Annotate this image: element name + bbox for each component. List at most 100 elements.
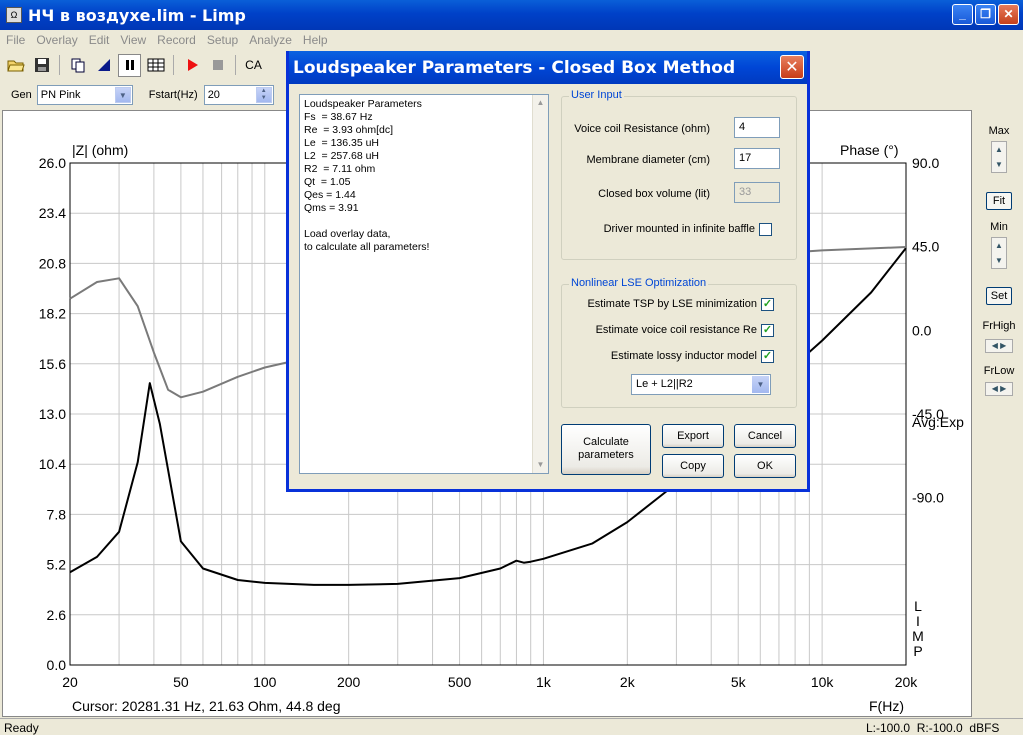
generator-select[interactable]: PN Pink ▼ [36,85,133,105]
y-tick-label: 0.0 [47,657,67,673]
ok-button[interactable]: OK [734,454,796,478]
level-readout: L:-100.0 R:-100.0 dBFS [866,721,1000,735]
frlow-label: FrLow [983,365,1015,377]
estimate-re-checkbox[interactable]: ✓ [761,324,774,337]
title-bar: Ω НЧ в воздухе.lim - Limp _ ❐ ✕ [0,0,1023,30]
copy-button[interactable]: Copy [662,454,724,478]
menu-edit[interactable]: Edit [89,33,110,47]
result-line [304,215,544,228]
estimate-inductor-label: Estimate lossy inductor model [610,350,757,362]
save-icon[interactable] [30,54,53,77]
menu-view[interactable]: View [120,33,146,47]
result-line: Fs = 38.67 Hz [304,111,373,123]
membrane-diameter-input[interactable]: 17 [734,148,780,169]
infinite-baffle-label: Driver mounted in infinite baffle [603,223,755,235]
y-tick-label: 5.2 [47,557,67,573]
table-icon[interactable] [144,54,167,77]
toolbar-ca-button[interactable]: CA [242,54,265,77]
result-line: R2 = 7.11 ohm [304,163,376,175]
frlow-spinner[interactable]: ◀ ▶ [985,382,1013,396]
export-button[interactable]: Export [662,424,724,448]
fstart-label: Fstart(Hz) [148,89,198,101]
menu-analyze[interactable]: Analyze [249,33,292,47]
dialog-close-icon[interactable]: ✕ [780,55,804,79]
infinite-baffle-checkbox[interactable] [759,223,772,236]
menu-record[interactable]: Record [157,33,196,47]
menu-overlay[interactable]: Overlay [36,33,77,47]
pause-icon[interactable] [118,53,141,77]
results-scrollbar[interactable]: ▲ ▼ [532,95,548,473]
dialog-title: Loudspeaker Parameters - Closed Box Meth… [293,57,736,78]
toolbar-separator [235,55,236,75]
estimate-tsp-label: Estimate TSP by LSE minimization [587,298,757,310]
x-tick-label: 2k [620,674,636,690]
record-play-icon[interactable] [180,54,203,77]
min-spinner[interactable]: ▲ ▼ [991,237,1007,269]
box-volume-input: 33 [734,182,780,203]
y-tick-label: 10.4 [39,456,66,472]
result-line: Re = 3.93 ohm[dc] [304,124,394,136]
side-letter: L [914,598,922,614]
calculate-parameters-button[interactable]: Calculate parameters [561,424,651,475]
fit-button[interactable]: Fit [986,192,1012,210]
x-tick-label: 10k [811,674,835,690]
menu-bar: File Overlay Edit View Record Setup Anal… [0,30,1023,50]
close-button[interactable]: ✕ [998,4,1019,25]
window-title: НЧ в воздухе.lim - Limp [28,5,246,25]
frhigh-label: FrHigh [982,320,1016,332]
y2-tick-label: 0.0 [912,322,932,338]
chevron-down-icon[interactable]: ▼ [752,376,769,393]
max-spinner[interactable]: ▲ ▼ [991,141,1007,173]
result-line: Le = 136.35 uH [304,137,380,149]
x-tick-label: 1k [536,674,552,690]
y2-tick-label: -90.0 [912,490,944,506]
x-tick-label: 20k [895,674,919,690]
side-letter: M [912,628,924,644]
result-line: Loudspeaker Parameters [304,98,422,110]
menu-help[interactable]: Help [303,33,328,47]
y-tick-label: 18.2 [39,306,66,322]
stop-icon[interactable] [206,54,229,77]
y2-tick-label: 45.0 [912,239,939,255]
app-icon[interactable]: Ω [6,7,22,23]
estimate-tsp-checkbox[interactable]: ✓ [761,298,774,311]
marker-icon[interactable] [92,54,115,77]
results-textbox[interactable]: Loudspeaker Parameters Fs = 38.67 Hz Re = … [299,94,549,474]
avg-label: Avg:Exp [912,414,964,430]
x-tick-label: 100 [253,674,277,690]
scroll-down-icon[interactable]: ▼ [533,457,548,473]
inductor-model-select[interactable]: Le + L2||R2 ▼ [631,374,771,395]
lse-title: Nonlinear LSE Optimization [569,277,709,289]
y2-tick-label: 90.0 [912,155,939,171]
menu-file[interactable]: File [6,33,25,47]
estimate-inductor-checkbox[interactable]: ✓ [761,350,774,363]
vc-resistance-input[interactable]: 4 [734,117,780,138]
open-folder-icon[interactable] [4,54,27,77]
generator-bar: Gen PN Pink ▼ Fstart(Hz) 20 ▲ ▼ [0,83,290,107]
y-tick-label: 15.6 [39,356,66,372]
x-tick-label: 50 [173,674,189,690]
cancel-button[interactable]: Cancel [734,424,796,448]
menu-setup[interactable]: Setup [207,33,238,47]
maximize-button[interactable]: ❐ [975,4,996,25]
loudspeaker-parameters-dialog: Loudspeaker Parameters - Closed Box Meth… [286,51,810,492]
set-button[interactable]: Set [986,287,1012,305]
minimize-button[interactable]: _ [952,4,973,25]
y-tick-label: 2.6 [47,607,67,623]
copy-page-icon[interactable] [66,54,89,77]
fstart-spinner[interactable]: 20 ▲ ▼ [203,85,274,105]
chevron-down-icon[interactable]: ▼ [114,87,131,103]
result-line: L2 = 257.68 uH [304,150,380,162]
user-input-group: User Input Voice coil Resistance (ohm) 4… [561,89,797,260]
calculate-button-label: Calculate parameters [578,436,634,461]
x-tick-label: 20 [62,674,78,690]
frhigh-spinner[interactable]: ◀ ▶ [985,339,1013,353]
fstart-value: 20 [207,89,220,101]
y-tick-label: 13.0 [39,406,66,422]
user-input-title: User Input [569,89,624,101]
y-tick-label: 23.4 [39,205,66,221]
x-tick-label: 5k [731,674,747,690]
spin-arrows-icon[interactable]: ▲ ▼ [255,87,272,103]
scroll-up-icon[interactable]: ▲ [533,95,548,111]
y2-axis-title: Phase (°) [840,142,899,158]
